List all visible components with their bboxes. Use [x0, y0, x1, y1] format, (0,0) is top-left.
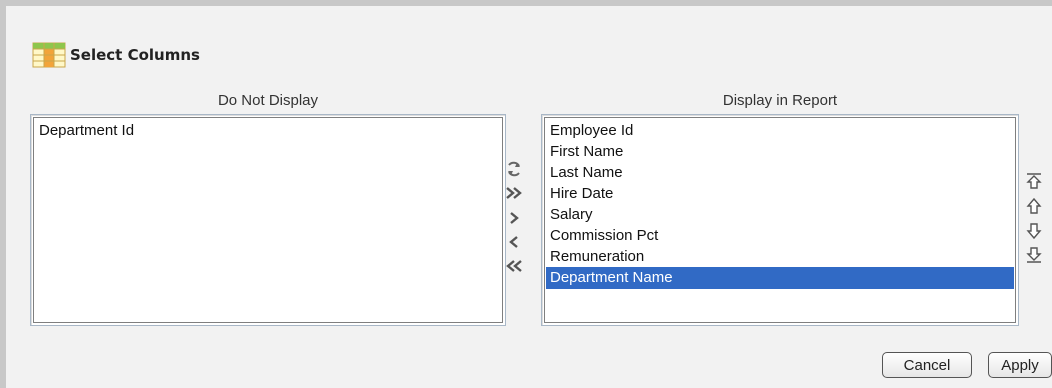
dialog-header: Select Columns — [32, 42, 200, 68]
move-left-icon[interactable] — [505, 233, 523, 251]
displayed-columns-list[interactable]: Employee Id First Name Last Name Hire Da… — [541, 114, 1019, 326]
table-grid-icon — [32, 42, 66, 68]
move-down-icon[interactable] — [1025, 222, 1043, 240]
list-item[interactable]: Department Id — [35, 120, 501, 142]
move-up-icon[interactable] — [1025, 197, 1043, 215]
move-right-icon[interactable] — [505, 209, 523, 227]
apply-button[interactable]: Apply — [988, 352, 1052, 378]
available-columns-list[interactable]: Department Id — [30, 114, 506, 326]
available-columns-label: Do Not Display — [217, 92, 319, 109]
cancel-button[interactable]: Cancel — [882, 352, 972, 378]
list-item[interactable]: Hire Date — [546, 183, 1014, 205]
select-columns-panel: Select Columns Do Not Display Display in… — [0, 0, 1052, 388]
list-item[interactable]: Employee Id — [546, 120, 1014, 142]
move-all-left-icon[interactable] — [505, 257, 523, 275]
move-top-icon[interactable] — [1025, 172, 1043, 190]
list-item[interactable]: First Name — [546, 141, 1014, 163]
reset-icon[interactable] — [505, 160, 523, 178]
move-bottom-icon[interactable] — [1025, 246, 1043, 264]
move-all-right-icon[interactable] — [505, 184, 523, 202]
list-item-selected[interactable]: Department Name — [546, 267, 1014, 289]
list-item[interactable]: Last Name — [546, 162, 1014, 184]
list-item[interactable]: Salary — [546, 204, 1014, 226]
list-item[interactable]: Remuneration — [546, 246, 1014, 268]
displayed-columns-label: Display in Report — [722, 92, 838, 109]
list-item[interactable]: Commission Pct — [546, 225, 1014, 247]
dialog-title: Select Columns — [70, 46, 200, 64]
